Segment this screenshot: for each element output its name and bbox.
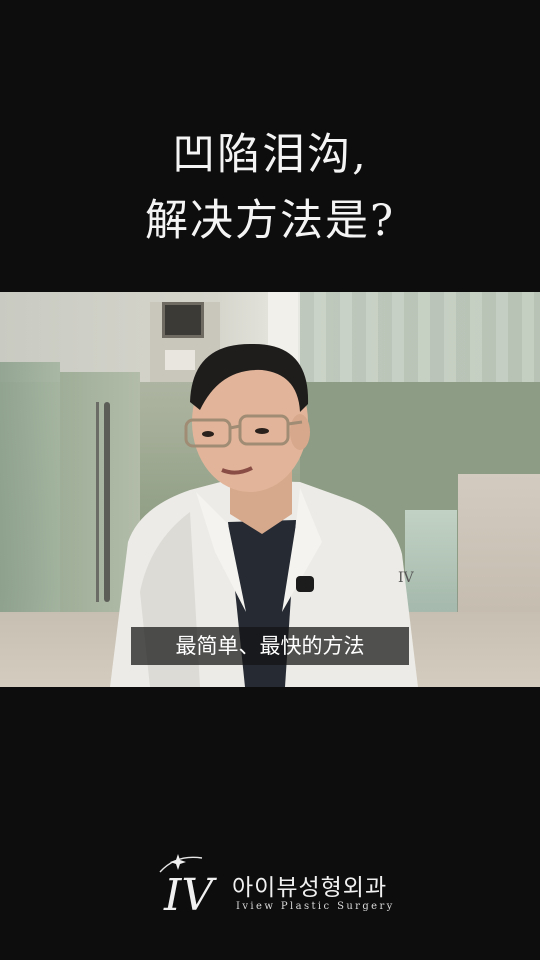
brand-name-english: Iview Plastic Surgery bbox=[236, 901, 395, 912]
brand-name-korean: 아이뷰성형외과 bbox=[232, 875, 388, 901]
iview-monogram-icon: IV bbox=[159, 854, 217, 920]
brand-logo: IV 아이뷰성형외과 Iview Plastic Surgery bbox=[150, 850, 410, 920]
headline: 凹陷泪沟, 解决方法是? bbox=[0, 122, 540, 254]
video-subtitle: 最简单、最快的方法 bbox=[131, 627, 409, 665]
svg-text:IV: IV bbox=[398, 570, 415, 586]
svg-text:IV: IV bbox=[163, 870, 217, 920]
headline-line-2: 解决方法是? bbox=[144, 196, 396, 246]
headline-line-1: 凹陷泪沟, bbox=[172, 130, 368, 180]
video-frame[interactable]: IV 最简单、最快的方法 bbox=[0, 292, 540, 687]
